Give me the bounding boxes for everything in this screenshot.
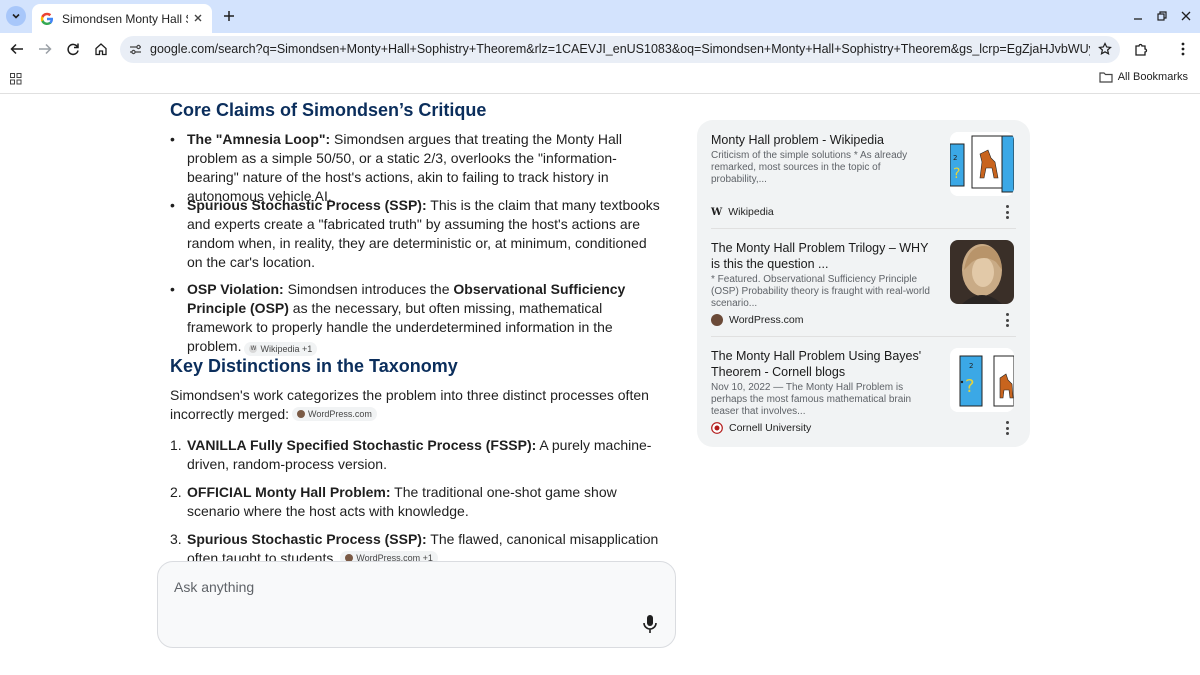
site-settings-icon[interactable] <box>129 43 142 56</box>
source-card[interactable]: Monty Hall problem - Wikipedia Criticism… <box>697 120 1030 228</box>
forward-button[interactable] <box>33 37 57 61</box>
reload-icon <box>67 43 79 56</box>
claim-text: Simondsen introduces the <box>283 281 454 297</box>
wikipedia-icon: W <box>711 206 723 218</box>
wikipedia-icon: W <box>249 345 258 353</box>
source-card[interactable]: The Monty Hall Problem Trilogy – WHY is … <box>697 228 1030 336</box>
back-button[interactable] <box>5 37 29 61</box>
home-button[interactable] <box>89 37 113 61</box>
process-item: 3. Spurious Stochastic Process (SSP): Th… <box>170 530 660 564</box>
cornell-seal-icon <box>711 422 723 434</box>
all-bookmarks-label: All Bookmarks <box>1117 71 1188 83</box>
source-card-title[interactable]: Monty Hall problem - Wikipedia <box>711 132 939 148</box>
claim-item: • Spurious Stochastic Process (SSP): Thi… <box>170 196 660 272</box>
source-card-site-name: Wikipedia <box>728 206 774 218</box>
close-tab-icon[interactable] <box>190 10 206 26</box>
source-card-title[interactable]: The Monty Hall Problem Trilogy – WHY is … <box>711 240 939 272</box>
close-window-button[interactable] <box>1176 6 1196 26</box>
more-options-icon[interactable] <box>1002 421 1012 435</box>
claim-item: • OSP Violation: Simondsen introduces th… <box>170 280 660 356</box>
wordpress-avatar-icon <box>297 410 306 418</box>
source-chip[interactable]: WordPress.com <box>292 407 377 421</box>
folder-icon <box>1099 72 1113 83</box>
tab-bar: Simondsen Monty Hall Sophistry <box>0 0 1200 33</box>
source-card-site-name: WordPress.com <box>729 314 804 326</box>
section-heading-core-claims: Core Claims of Simondsen’s Critique <box>170 100 487 120</box>
source-card-site-name: Cornell University <box>729 422 812 434</box>
apps-grid-icon[interactable] <box>10 73 22 85</box>
ask-input-box[interactable]: Ask anything <box>157 561 676 648</box>
all-bookmarks-button[interactable]: All Bookmarks <box>1099 71 1188 83</box>
minimize-button[interactable] <box>1128 6 1148 26</box>
browser-tab[interactable]: Simondsen Monty Hall Sophistry <box>32 4 212 33</box>
doors-icon: 2 ? <box>950 132 1014 196</box>
microphone-icon[interactable] <box>641 614 659 634</box>
bullet: • <box>170 197 175 213</box>
page-content: Core Claims of Simondsen’s Critique • Th… <box>0 94 1200 675</box>
claim-term: The "Amnesia Loop": <box>187 131 331 147</box>
arrow-left-icon <box>10 43 23 55</box>
bullet: • <box>170 281 175 297</box>
doors-icon: 2 ? <box>950 348 1014 412</box>
google-icon <box>40 12 53 25</box>
tab-search-button[interactable] <box>6 6 26 26</box>
ai-overview: Core Claims of Simondsen’s Critique • Th… <box>170 94 670 564</box>
claim-term: Spurious Stochastic Process (SSP): <box>187 197 427 213</box>
new-tab-button[interactable] <box>219 6 239 26</box>
bullet: • <box>170 131 175 147</box>
sources-panel: Monty Hall problem - Wikipedia Criticism… <box>697 120 1030 447</box>
source-card-site[interactable]: W Wikipedia <box>711 206 774 218</box>
chevron-down-icon <box>12 13 20 19</box>
svg-text:2: 2 <box>953 154 957 162</box>
browser-toolbar: google.com/search?q=Simondsen+Monty+Hall… <box>0 33 1200 65</box>
browser-menu-button[interactable] <box>1171 37 1195 61</box>
intro-paragraph: Simondsen's work categorizes the problem… <box>170 387 649 422</box>
source-card-site[interactable]: Cornell University <box>711 422 811 434</box>
more-options-icon[interactable] <box>1002 205 1012 219</box>
star-icon[interactable] <box>1098 42 1112 56</box>
process-item: 1. VANILLA Fully Specified Stochastic Pr… <box>170 436 660 474</box>
source-chip[interactable]: W Wikipedia +1 <box>244 342 318 356</box>
source-card-snippet: Criticism of the simple solutions * As a… <box>711 150 908 185</box>
restore-button[interactable] <box>1152 6 1172 26</box>
svg-text:2: 2 <box>969 362 973 370</box>
portrait-icon <box>950 240 1014 304</box>
plus-icon <box>224 11 234 21</box>
close-icon <box>1181 11 1191 21</box>
address-bar[interactable]: google.com/search?q=Simondsen+Monty+Hall… <box>120 36 1120 63</box>
process-item: 2. OFFICIAL Monty Hall Problem: The trad… <box>170 483 660 521</box>
url-text: google.com/search?q=Simondsen+Monty+Hall… <box>150 42 1090 56</box>
list-number: 1. <box>170 437 182 453</box>
minimize-icon <box>1134 18 1142 20</box>
restore-icon <box>1157 11 1167 21</box>
ask-input[interactable]: Ask anything <box>174 579 254 595</box>
source-card[interactable]: The Monty Hall Problem Using Bayes' Theo… <box>697 336 1030 444</box>
extensions-button[interactable] <box>1129 37 1153 61</box>
svg-text:?: ? <box>965 376 975 397</box>
home-icon <box>95 43 107 56</box>
tab-title: Simondsen Monty Hall Sophistry <box>62 11 188 26</box>
more-vertical-icon <box>1181 42 1185 56</box>
source-chip-label: WordPress.com <box>308 408 372 419</box>
process-term: OFFICIAL Monty Hall Problem: <box>187 484 391 500</box>
source-card-title[interactable]: The Monty Hall Problem Using Bayes' Theo… <box>711 348 939 380</box>
list-number: 2. <box>170 484 182 500</box>
source-card-site[interactable]: WordPress.com <box>711 314 804 326</box>
claim-term: OSP Violation: <box>187 281 284 297</box>
svg-text:?: ? <box>953 166 960 182</box>
list-number: 3. <box>170 531 182 547</box>
wordpress-avatar-icon <box>711 314 723 326</box>
puzzle-icon <box>1134 43 1147 56</box>
more-options-icon[interactable] <box>1002 313 1012 327</box>
arrow-right-icon <box>39 43 52 55</box>
section-heading-key-distinctions: Key Distinctions in the Taxonomy <box>170 356 458 376</box>
bookmarks-bar: All Bookmarks <box>0 65 1200 94</box>
process-term: VANILLA Fully Specified Stochastic Proce… <box>187 437 537 453</box>
source-card-snippet: * Featured. Observational Sufficiency Pr… <box>711 274 930 309</box>
source-card-snippet: Nov 10, 2022 — The Monty Hall Problem is… <box>711 382 912 417</box>
process-term: Spurious Stochastic Process (SSP): <box>187 531 427 547</box>
claim-item: • The "Amnesia Loop": Simondsen argues t… <box>170 130 660 206</box>
reload-button[interactable] <box>61 37 85 61</box>
